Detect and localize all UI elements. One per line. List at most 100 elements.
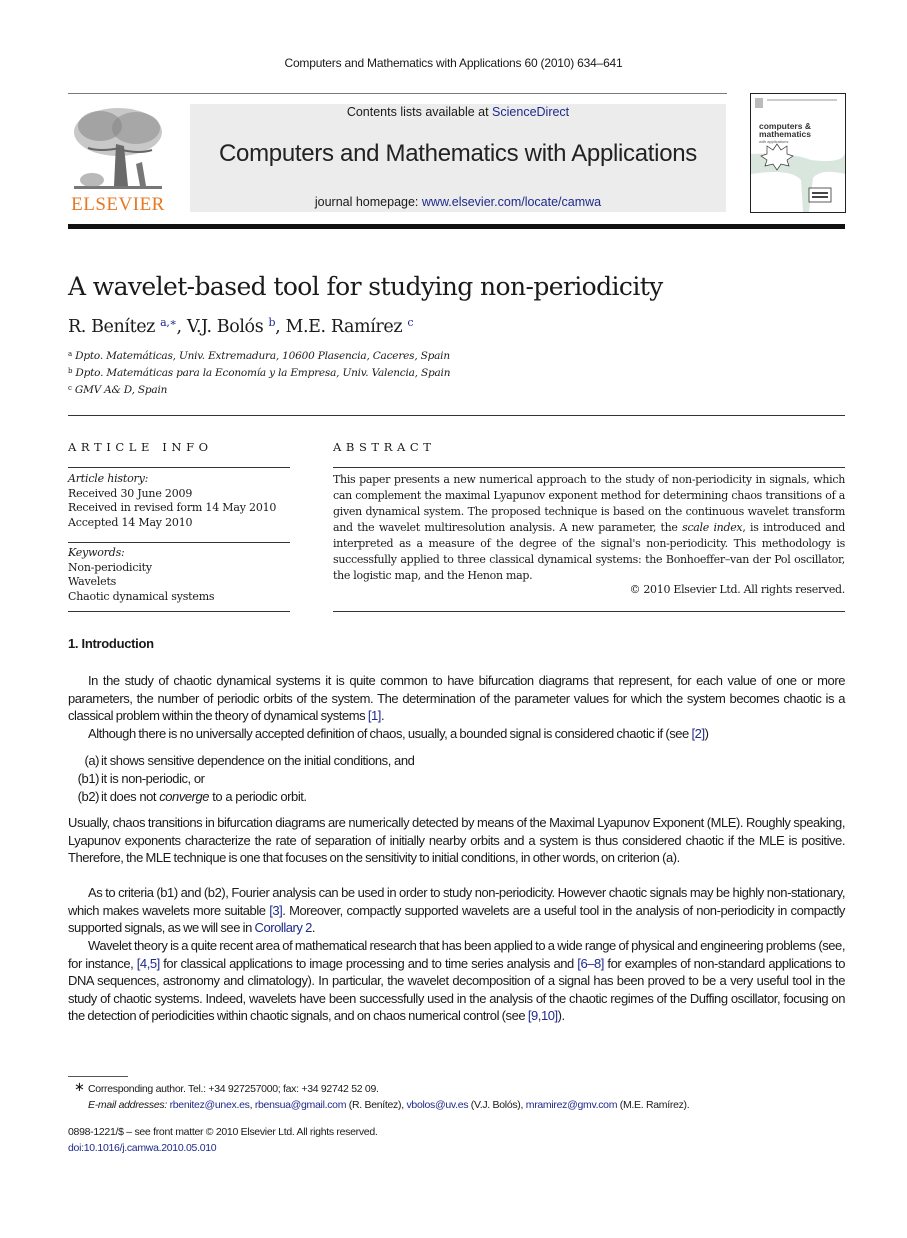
elsevier-logo[interactable]: ELSEVIER: [68, 102, 168, 215]
cover-title-line2: mathematics: [759, 129, 811, 139]
keyword[interactable]: Non-periodicity: [68, 561, 290, 576]
citation-link[interactable]: [6–8]: [577, 956, 604, 971]
article-title: A wavelet-based tool for studying non-pe…: [68, 272, 663, 301]
footnote-rule: [68, 1076, 128, 1077]
section-heading: 1. Introduction: [68, 636, 154, 651]
issn-line: 0898-1221/$ – see front matter © 2010 El…: [68, 1126, 378, 1138]
criteria-label: (b2): [77, 789, 100, 804]
divider: [333, 611, 845, 612]
abstract-body: This paper presents a new numerical appr…: [333, 472, 845, 584]
sciencedirect-link[interactable]: ScienceDirect: [492, 105, 569, 119]
email-link[interactable]: rbensua@gmail.com: [255, 1099, 347, 1111]
homepage-prefix: journal homepage:: [314, 195, 422, 209]
paragraph-text: for classical applications to image proc…: [159, 955, 578, 971]
history-accepted: Accepted 14 May 2010: [68, 515, 193, 529]
criteria-label: (a): [84, 753, 99, 768]
corresponding-author-note: Corresponding author. Tel.: +34 92725700…: [88, 1083, 379, 1095]
criteria-item: (a) it shows sensitive dependence on the…: [68, 752, 668, 770]
citation-link[interactable]: [2]: [692, 726, 706, 741]
criteria-item: (b1) it is non-periodic, or: [68, 770, 668, 788]
affiliation-text: Dpto. Matemáticas, Univ. Extremadura, 10…: [75, 350, 450, 362]
citation-link[interactable]: [4,5]: [137, 956, 160, 971]
email-link[interactable]: rbenitez@unex.es: [170, 1099, 250, 1111]
history-revised: Received in revised form 14 May 2010: [68, 501, 277, 515]
paragraph: As to criteria (b1) and (b2), Fourier an…: [68, 884, 845, 937]
homepage-line: journal homepage: www.elsevier.com/locat…: [190, 195, 726, 209]
criteria-label: (b1): [77, 771, 100, 786]
article-history: Article history: Received 30 June 2009 R…: [68, 472, 290, 530]
abstract-heading: ABSTRACT: [333, 440, 436, 454]
divider: [68, 611, 290, 612]
affiliation-mark: b: [68, 367, 73, 375]
header-rule: [68, 224, 845, 229]
email-suffix: (V.J. Bolós),: [468, 1099, 526, 1111]
cover-title-line3: with applications: [759, 139, 789, 144]
author-affiliation-mark[interactable]: c: [407, 316, 413, 329]
journal-banner: Contents lists available at ScienceDirec…: [190, 104, 726, 212]
abstract-copyright: © 2010 Elsevier Ltd. All rights reserved…: [629, 583, 845, 596]
running-head: Computers and Mathematics with Applicati…: [284, 56, 623, 70]
keywords: Keywords: Non-periodicity Wavelets Chaot…: [68, 546, 290, 604]
keywords-label: Keywords:: [68, 546, 125, 559]
criteria-item: (b2) it does not converge to a periodic …: [68, 788, 668, 806]
affiliation: b Dpto. Matemáticas para la Economía y l…: [68, 367, 450, 379]
author-name[interactable]: R. Benítez: [68, 317, 155, 337]
criteria-text: it is non-periodic, or: [101, 771, 205, 786]
criteria-text: it shows sensitive dependence on the ini…: [101, 753, 415, 768]
criteria-text-part: to a periodic orbit.: [209, 789, 307, 804]
paragraph: In the study of chaotic dynamical system…: [68, 672, 845, 725]
divider: [68, 542, 290, 543]
article-history-label: Article history:: [68, 472, 149, 485]
affiliation-text: Dpto. Matemáticas para la Economía y la …: [75, 367, 451, 379]
cover-artwork-icon: [751, 98, 845, 212]
citation-link[interactable]: [9,10]: [528, 1008, 558, 1023]
citation-link[interactable]: [3]: [269, 903, 283, 918]
email-link[interactable]: mramirez@gmv.com: [526, 1099, 618, 1111]
author-name[interactable]: M.E. Ramírez: [285, 317, 402, 337]
paragraph-text: ): [704, 726, 709, 741]
criteria-text: it does not converge to a periodic orbit…: [101, 788, 307, 806]
paragraph-text: .: [380, 708, 385, 724]
author-separator: ,: [176, 317, 187, 337]
email-link[interactable]: vbolos@uv.es: [406, 1099, 468, 1111]
affiliation-mark: c: [68, 384, 72, 392]
keyword[interactable]: Chaotic dynamical systems: [68, 590, 290, 605]
affiliation-text: GMV A& D, Spain: [74, 384, 168, 396]
journal-homepage-link[interactable]: www.elsevier.com/locate/camwa: [422, 195, 601, 209]
author-separator: ,: [275, 317, 286, 337]
journal-cover-thumbnail[interactable]: computers & mathematics with application…: [750, 93, 846, 213]
author-affiliation-mark[interactable]: a,∗: [160, 316, 177, 329]
criteria-italic: converge: [159, 789, 210, 804]
paragraph-text: Usually, chaos transitions in bifurcatio…: [68, 815, 845, 866]
criteria-list: (a) it shows sensitive dependence on the…: [68, 752, 668, 806]
paragraph-text: ).: [557, 1008, 565, 1024]
doi-link[interactable]: doi:10.1016/j.camwa.2010.05.010: [68, 1140, 217, 1156]
paragraph-text: In the study of chaotic dynamical system…: [68, 673, 845, 724]
affiliation-mark: a: [68, 350, 72, 358]
corollary-link[interactable]: Corollary 2: [255, 920, 313, 935]
paragraph: Usually, chaos transitions in bifurcatio…: [68, 814, 845, 867]
divider: [68, 415, 845, 416]
author-name[interactable]: V.J. Bolós: [187, 317, 264, 337]
paragraph-text: .: [311, 920, 316, 936]
abstract-italic-term: scale index: [682, 521, 743, 534]
history-received: Received 30 June 2009: [68, 486, 193, 500]
email-suffix: (M.E. Ramírez).: [617, 1099, 690, 1111]
affiliation: c GMV A& D, Spain: [68, 384, 167, 396]
author-list: R. Benítez a,∗, V.J. Bolós b, M.E. Ramír…: [68, 316, 413, 337]
keyword[interactable]: Wavelets: [68, 575, 290, 590]
divider: [333, 467, 845, 468]
paragraph-text: Although there is no universally accepte…: [88, 726, 692, 741]
elsevier-tree-icon: [74, 108, 162, 189]
affiliation: a Dpto. Matemáticas, Univ. Extremadura, …: [68, 350, 450, 362]
divider: [68, 467, 290, 468]
top-rule: [68, 93, 727, 94]
email-suffix: (R. Benítez),: [346, 1099, 407, 1111]
email-addresses: E-mail addresses: rbenitez@unex.es, rben…: [88, 1097, 690, 1113]
contents-line: Contents lists available at ScienceDirec…: [190, 105, 726, 119]
email-label: E-mail addresses:: [88, 1099, 170, 1111]
paragraph: Although there is no universally accepte…: [68, 725, 845, 743]
article-info-heading: ARTICLE INFO: [68, 440, 213, 454]
criteria-text-part: it does not: [101, 789, 160, 804]
citation-link[interactable]: [1]: [368, 708, 382, 723]
